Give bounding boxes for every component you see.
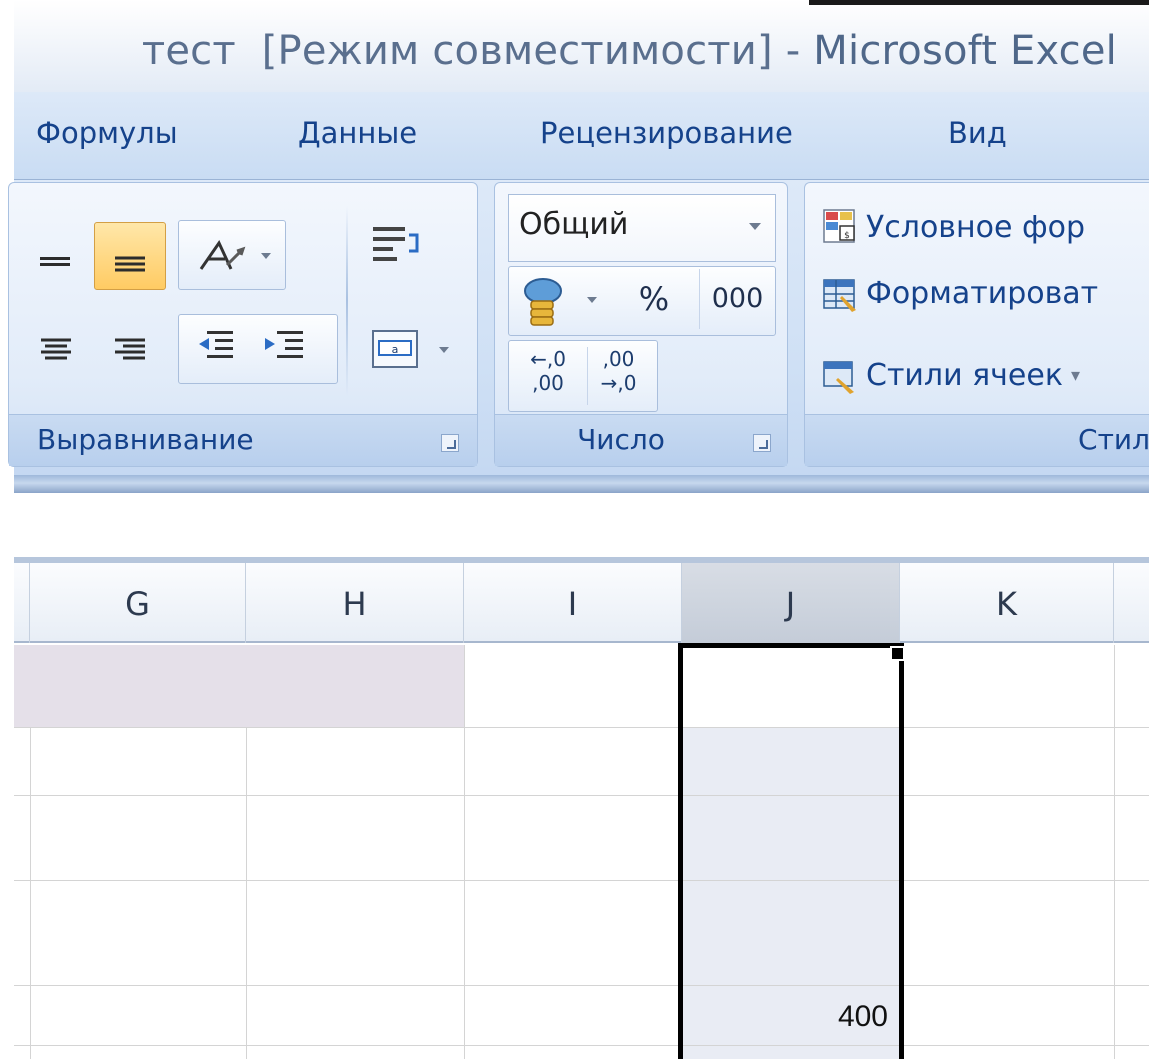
alignment-dialog-launcher-icon[interactable] — [441, 434, 459, 452]
fill-handle[interactable] — [890, 646, 905, 661]
grid-col-line — [246, 727, 247, 1059]
text-orientation-icon — [199, 239, 271, 270]
align-right-icon — [115, 336, 145, 363]
window-frame-edge — [809, 0, 1149, 5]
grid-col-line — [464, 645, 465, 1059]
conditional-formatting-icon: $ — [823, 209, 855, 243]
align-bottom-button[interactable] — [94, 222, 166, 290]
grid-col-line — [1114, 645, 1115, 1059]
number-format-select[interactable]: Общий — [508, 194, 776, 262]
cell-styles-button[interactable]: Стили ячеек ▾ — [822, 356, 1080, 394]
cell-styles-label: Стили ячеек — [866, 357, 1063, 393]
column-header-G[interactable]: G — [30, 563, 246, 643]
alignment-group-label: Выравнивание — [9, 414, 477, 466]
svg-text:a: a — [392, 343, 399, 356]
grid-col-line — [30, 727, 31, 1059]
increase-decimal-button[interactable]: ←,0 ,00 — [517, 347, 579, 405]
decrease-decimal-button[interactable]: ,00 →,0 — [587, 347, 649, 405]
wrap-text-icon — [373, 227, 419, 261]
cell-styles-icon — [823, 361, 854, 394]
conditional-formatting-button[interactable]: $ Условное фор — [822, 208, 1085, 246]
column-header-I[interactable]: I — [464, 563, 682, 643]
column-header-H[interactable]: H — [246, 563, 464, 643]
align-bottom-icon — [115, 253, 145, 274]
tab-formulas[interactable]: Формулы — [36, 116, 178, 150]
tab-view[interactable]: Вид — [948, 116, 1007, 150]
align-right-button[interactable] — [96, 318, 164, 380]
number-dialog-launcher-icon[interactable] — [753, 434, 771, 452]
comma-style-button[interactable]: 000 — [699, 269, 775, 329]
format-as-table-button[interactable]: Форматироват — [822, 274, 1098, 312]
align-middle-button[interactable] — [22, 225, 88, 289]
increase-indent-icon — [265, 331, 303, 358]
grid-row-line — [14, 880, 1149, 881]
format-as-table-label: Форматироват — [866, 275, 1099, 311]
align-center-icon — [41, 336, 71, 363]
column-header-J[interactable]: J — [682, 563, 900, 643]
orientation-button[interactable] — [178, 220, 286, 290]
chevron-down-icon — [749, 223, 761, 230]
merged-cell-G-H[interactable] — [14, 645, 464, 727]
tab-data[interactable]: Данные — [298, 116, 417, 150]
merge-center-icon: a — [372, 330, 449, 368]
percent-style-button[interactable]: % — [617, 269, 691, 329]
cell-J-value[interactable]: 400 — [700, 1000, 888, 1034]
merge-center-button[interactable]: a — [362, 316, 468, 382]
format-as-table-icon — [823, 279, 856, 312]
number-format-value: Общий — [519, 207, 629, 242]
wrap-text-button[interactable] — [362, 214, 442, 284]
ribbon-bottom-edge — [14, 475, 1149, 493]
grid-row-line — [14, 727, 1149, 728]
styles-group-label: Стил — [805, 414, 1149, 466]
window-title: тест [Режим совместимости] - Microsoft E… — [142, 28, 1117, 74]
indent-buttons — [178, 314, 338, 384]
column-header-F-edge[interactable] — [14, 563, 30, 643]
title-bar: тест [Режим совместимости] - Microsoft E… — [14, 0, 1149, 92]
chevron-down-icon: ▾ — [1070, 364, 1080, 386]
ribbon-tab-bar: Формулы Данные Рецензирование Вид — [14, 92, 1149, 180]
grid-row-line — [14, 985, 1149, 986]
decimal-buttons: ←,0 ,00 ,00 →,0 — [508, 340, 658, 412]
group-separator — [346, 206, 348, 396]
decrease-indent-icon — [199, 331, 233, 358]
svg-text:$: $ — [844, 231, 850, 241]
align-center-button[interactable] — [22, 318, 90, 380]
number-format-buttons: % 000 — [508, 266, 776, 336]
column-header-K[interactable]: K — [900, 563, 1114, 643]
tab-review[interactable]: Рецензирование — [540, 116, 793, 150]
conditional-formatting-label: Условное фор — [866, 209, 1085, 245]
title-app-name: Microsoft Excel — [813, 28, 1117, 74]
title-separator: - — [785, 28, 801, 74]
cell-selection-border[interactable] — [678, 643, 904, 1059]
number-group-label: Число — [495, 414, 787, 466]
grid-row-line — [14, 1045, 1149, 1046]
align-middle-icon — [40, 245, 70, 269]
title-file-name: тест — [141, 28, 236, 74]
grid-row-line — [14, 795, 1149, 796]
accounting-format-icon[interactable] — [509, 267, 619, 337]
title-compat-mode: [Режим совместимости] — [261, 28, 773, 74]
formula-bar-area — [14, 493, 1149, 557]
